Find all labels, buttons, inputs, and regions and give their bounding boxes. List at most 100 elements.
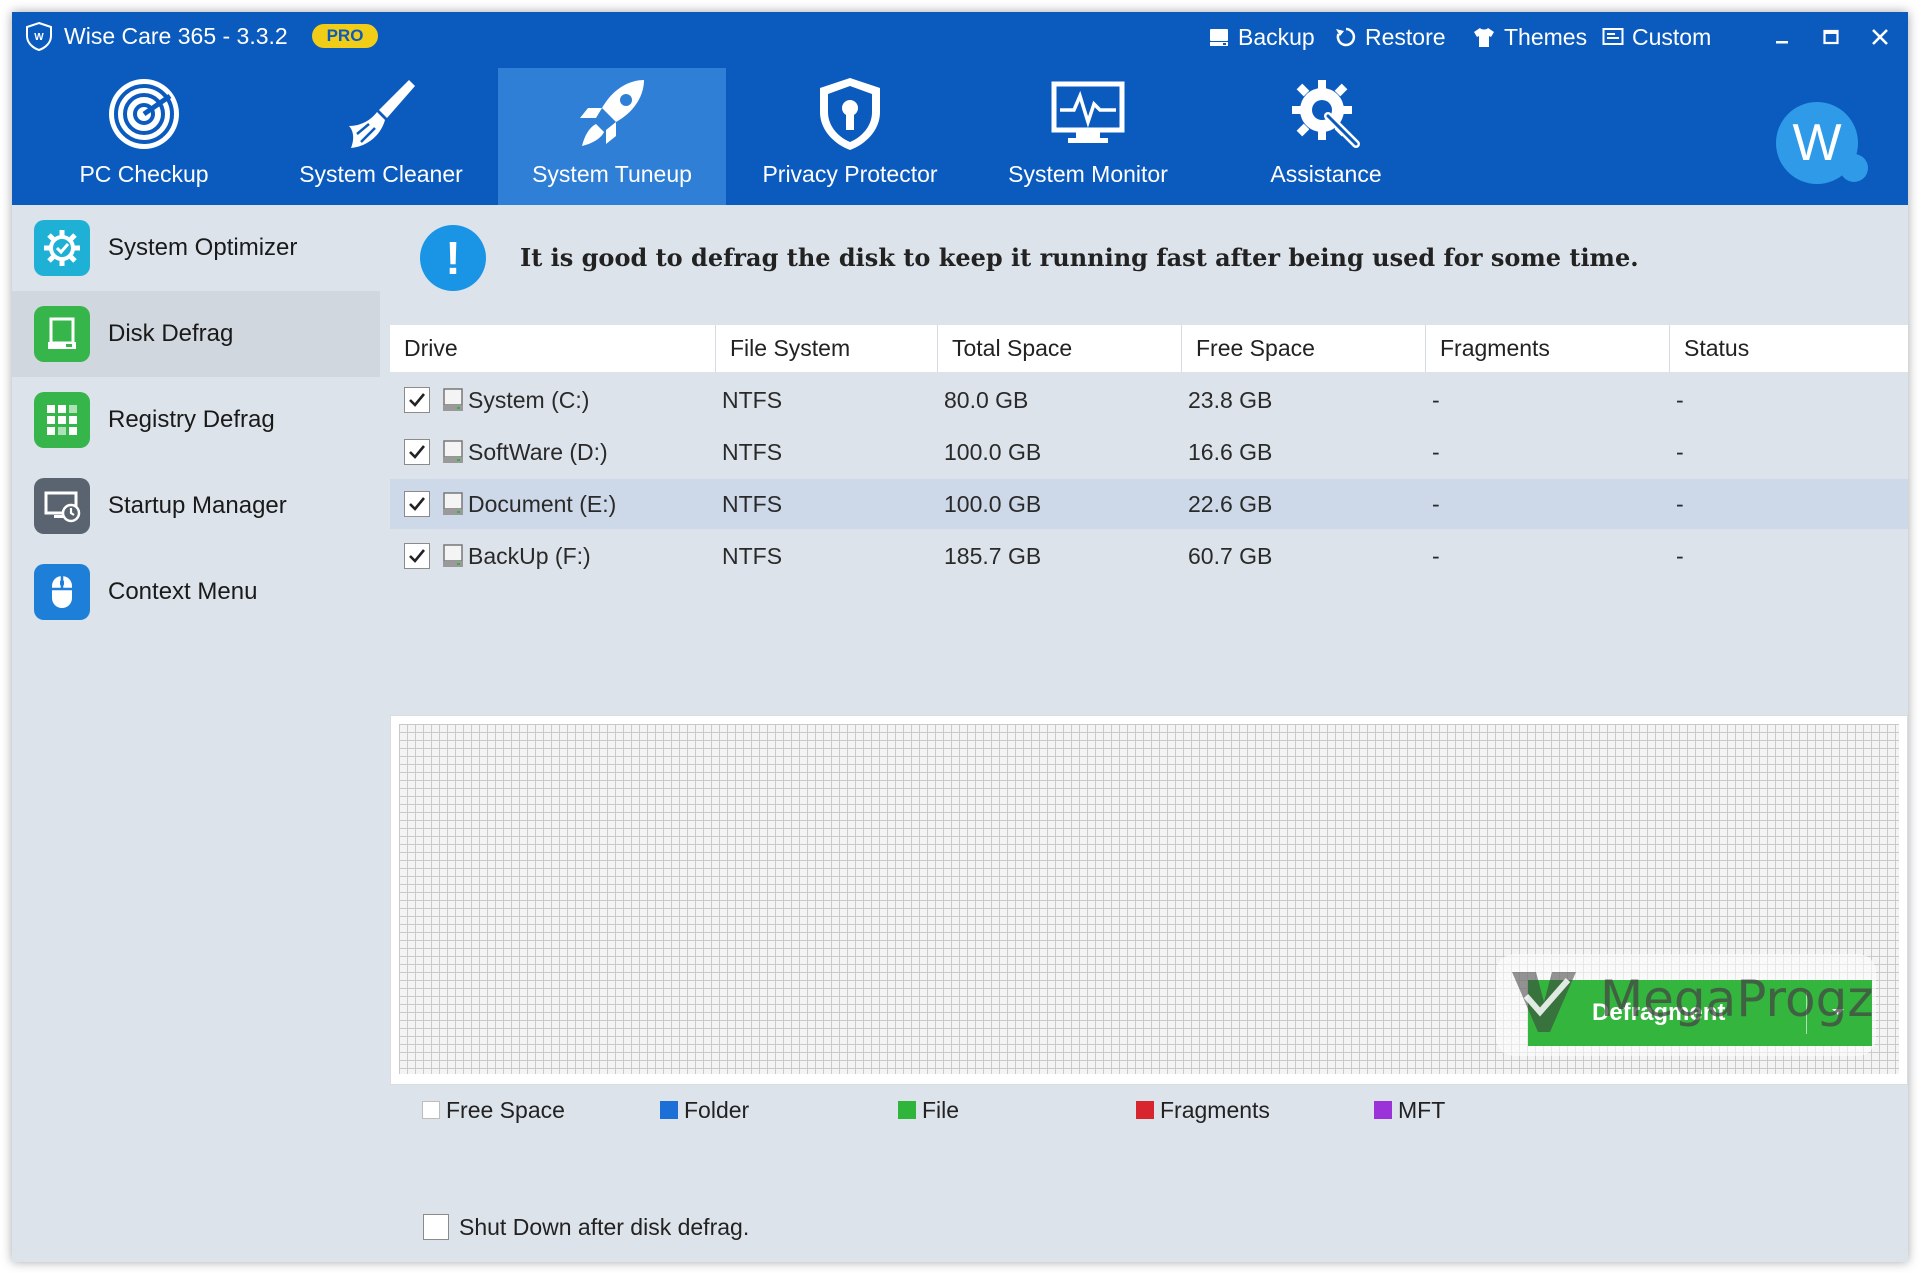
row-checkbox[interactable]	[404, 543, 430, 569]
backup-label: Backup	[1238, 23, 1315, 50]
column-header-free-space[interactable]: Free Space	[1182, 325, 1426, 372]
radar-icon	[109, 79, 179, 149]
custom-label: Custom	[1632, 23, 1712, 50]
themes-button[interactable]: Themes	[1472, 22, 1587, 52]
table-row[interactable]: Document (E:) NTFS 100.0 GB 22.6 GB - -	[390, 479, 1908, 529]
backup-button[interactable]: Backup	[1208, 22, 1315, 52]
tab-pc-checkup[interactable]: PC Checkup	[30, 68, 258, 205]
restore-label: Restore	[1365, 23, 1446, 50]
rocket-icon	[580, 80, 644, 146]
tab-privacy-protector-label: Privacy Protector	[762, 161, 938, 187]
tab-system-tuneup[interactable]: System Tuneup	[498, 68, 726, 205]
legend-swatch	[1374, 1101, 1392, 1119]
column-header-fragments[interactable]: Fragments	[1426, 325, 1670, 372]
legend-folder: Folder	[660, 1097, 749, 1123]
custom-icon	[1602, 28, 1624, 45]
legend-label: Free Space	[446, 1096, 565, 1123]
free-space-value: 60.7 GB	[1188, 543, 1273, 569]
file-system-value: NTFS	[722, 491, 783, 517]
drive-icon	[443, 388, 463, 411]
legend-file: File	[898, 1097, 959, 1123]
maximize-button[interactable]	[1814, 22, 1848, 52]
row-checkbox[interactable]	[404, 439, 430, 465]
legend-label: MFT	[1398, 1096, 1446, 1123]
sidebar-item-label: Disk Defrag	[108, 320, 234, 347]
column-header-file-system[interactable]: File System	[716, 325, 938, 372]
table-header: Drive File System Total Space Free Space…	[390, 325, 1908, 372]
sidebar: System Optimizer Disk Defrag Registry De…	[12, 205, 380, 1262]
registry-grid-icon	[34, 392, 90, 448]
checkmark-icon	[409, 445, 426, 459]
sidebar-item-disk-defrag[interactable]: Disk Defrag	[12, 291, 380, 377]
legend-fragments: Fragments	[1136, 1097, 1270, 1123]
restore-button[interactable]: Restore	[1335, 22, 1446, 52]
drive-icon	[443, 492, 463, 515]
sidebar-item-system-optimizer[interactable]: System Optimizer	[12, 205, 380, 291]
tab-system-cleaner[interactable]: System Cleaner	[267, 68, 495, 205]
gear-wrench-icon	[1292, 80, 1360, 148]
backup-icon	[1210, 29, 1228, 46]
megaprogz-logo-icon	[1512, 972, 1576, 1032]
header-bar: W Wise Care 365 - 3.3.2 PRO Backup Resto…	[12, 12, 1908, 205]
legend-swatch	[1136, 1101, 1154, 1119]
tab-assistance[interactable]: Assistance	[1212, 68, 1440, 205]
row-checkbox[interactable]	[404, 387, 430, 413]
tab-privacy-protector[interactable]: Privacy Protector	[736, 68, 964, 205]
shutdown-label: Shut Down after disk defrag.	[459, 1213, 750, 1240]
app-window: W Wise Care 365 - 3.3.2 PRO Backup Resto…	[12, 12, 1908, 1262]
legend-label: Fragments	[1160, 1096, 1270, 1123]
close-button[interactable]	[1863, 22, 1897, 52]
watermark-text: MegaProgz	[1600, 970, 1874, 1028]
drive-name: BackUp (F:)	[468, 543, 591, 569]
custom-button[interactable]: Custom	[1602, 22, 1711, 52]
total-space-value: 185.7 GB	[944, 543, 1042, 569]
sidebar-item-context-menu[interactable]: Context Menu	[12, 549, 380, 635]
minimize-button[interactable]	[1765, 22, 1799, 52]
fragments-value: -	[1432, 543, 1440, 569]
legend-free-space: Free Space	[422, 1097, 565, 1123]
shirt-icon	[1474, 28, 1494, 47]
table-row[interactable]: SoftWare (D:) NTFS 100.0 GB 16.6 GB - -	[390, 427, 1908, 477]
free-space-value: 22.6 GB	[1188, 491, 1273, 517]
disk-icon	[34, 306, 90, 362]
row-checkbox[interactable]	[404, 491, 430, 517]
startup-monitor-icon	[34, 478, 90, 534]
shield-icon	[820, 78, 880, 150]
column-header-total-space[interactable]: Total Space	[938, 325, 1182, 372]
fragments-value: -	[1432, 387, 1440, 413]
drive-icon	[443, 440, 463, 463]
file-system-value: NTFS	[722, 439, 783, 465]
app-logo-icon: W	[26, 21, 52, 51]
shutdown-checkbox[interactable]	[423, 1214, 449, 1240]
title-bar[interactable]: W Wise Care 365 - 3.3.2 PRO Backup Resto…	[12, 12, 1908, 62]
main-panel: ! It is good to defrag the disk to keep …	[380, 205, 1908, 1262]
mouse-icon	[34, 564, 90, 620]
themes-label: Themes	[1504, 23, 1588, 50]
legend-label: Folder	[684, 1096, 750, 1123]
sidebar-item-startup-manager[interactable]: Startup Manager	[12, 463, 380, 549]
avatar-status-dot	[1840, 154, 1868, 182]
shutdown-option[interactable]: Shut Down after disk defrag.	[423, 1212, 749, 1242]
legend-mft: MFT	[1374, 1097, 1445, 1123]
table-row[interactable]: BackUp (F:) NTFS 185.7 GB 60.7 GB - -	[390, 531, 1908, 581]
table-row[interactable]: System (C:) NTFS 80.0 GB 23.8 GB - -	[390, 375, 1908, 425]
minimize-icon	[1776, 41, 1788, 44]
total-space-value: 100.0 GB	[944, 439, 1042, 465]
legend-swatch	[422, 1101, 440, 1119]
column-header-drive[interactable]: Drive	[390, 325, 716, 372]
sidebar-item-registry-defrag[interactable]: Registry Defrag	[12, 377, 380, 463]
info-message: It is good to defrag the disk to keep it…	[520, 243, 1639, 272]
checkmark-icon	[409, 497, 426, 511]
legend-swatch	[660, 1101, 678, 1119]
tab-system-monitor[interactable]: System Monitor	[974, 68, 1202, 205]
sidebar-item-label: Registry Defrag	[108, 406, 275, 433]
monitor-pulse-icon	[1051, 81, 1125, 143]
column-header-status[interactable]: Status	[1670, 325, 1908, 372]
drive-table: Drive File System Total Space Free Space…	[390, 325, 1908, 715]
status-value: -	[1676, 439, 1684, 465]
maximize-icon	[1823, 29, 1839, 45]
fragments-value: -	[1432, 491, 1440, 517]
sidebar-item-label: Context Menu	[108, 578, 258, 605]
close-icon	[1872, 29, 1888, 45]
checkmark-icon	[409, 393, 426, 407]
